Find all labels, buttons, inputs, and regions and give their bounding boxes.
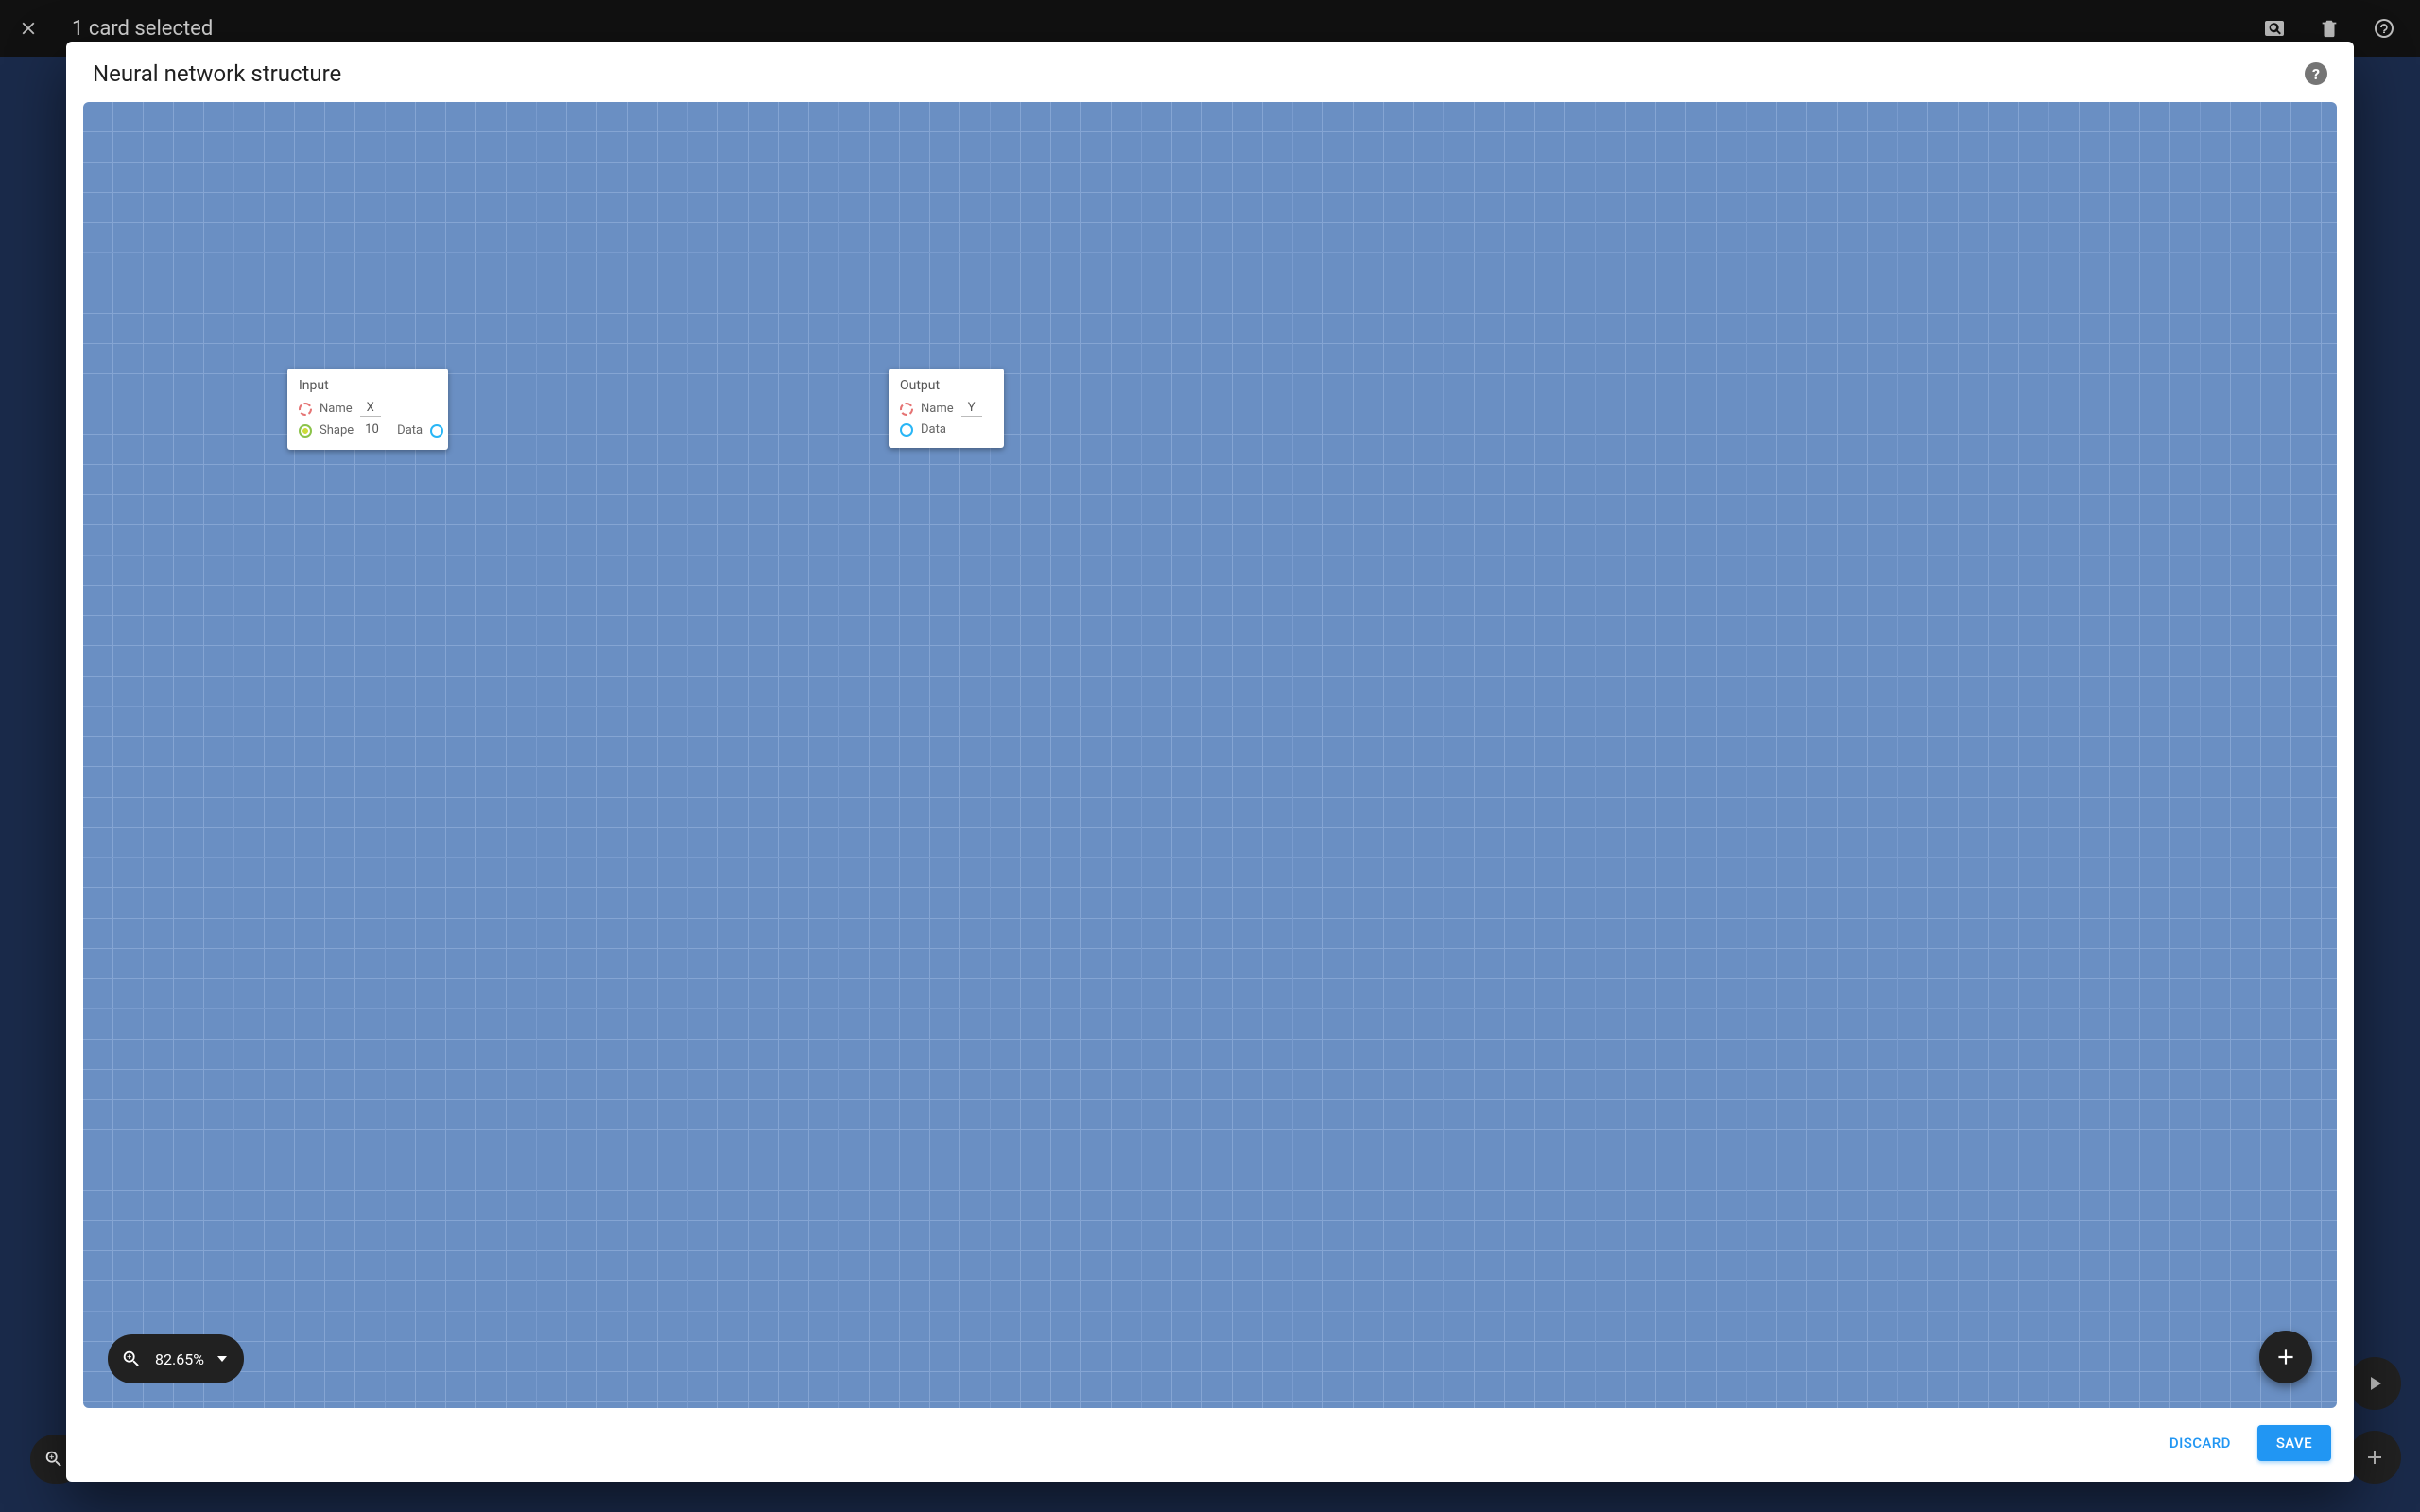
plus-icon	[2273, 1345, 2298, 1369]
field-label: Name	[320, 402, 353, 416]
name-input[interactable]: Y	[961, 401, 982, 417]
save-button[interactable]: SAVE	[2257, 1425, 2331, 1461]
zoom-in-icon	[121, 1349, 142, 1369]
port-icon[interactable]	[430, 424, 443, 438]
appbar-title: 1 card selected	[72, 17, 213, 41]
node-input[interactable]: Input Name X Shape 10 Data	[287, 369, 448, 450]
dialog-title: Neural network structure	[93, 60, 341, 87]
pageview-icon[interactable]	[2257, 11, 2291, 45]
port-icon[interactable]	[299, 424, 312, 438]
trash-icon[interactable]	[2312, 11, 2346, 45]
name-input[interactable]: X	[360, 401, 381, 417]
add-node-button[interactable]	[2259, 1331, 2312, 1383]
dialog-help-icon[interactable]: ?	[2305, 62, 2327, 85]
port-icon[interactable]	[299, 403, 312, 416]
zoom-control[interactable]: 82.65%	[108, 1334, 244, 1383]
node-title: Input	[299, 378, 437, 393]
zoom-in-icon	[43, 1449, 64, 1469]
field-label: Data	[397, 423, 423, 438]
node-title: Output	[900, 378, 993, 393]
nn-canvas[interactable]: Input Name X Shape 10 Data Output Name Y	[83, 102, 2337, 1408]
field-label: Shape	[320, 423, 354, 438]
background-add-fab[interactable]	[2348, 1431, 2401, 1484]
shape-input[interactable]: 10	[361, 422, 382, 438]
zoom-value: 82.65%	[155, 1350, 204, 1368]
node-output[interactable]: Output Name Y Data	[889, 369, 1004, 448]
port-icon[interactable]	[900, 423, 913, 437]
port-icon[interactable]	[900, 403, 913, 416]
field-label: Name	[921, 402, 954, 416]
close-icon[interactable]	[11, 11, 45, 45]
chevron-down-icon	[217, 1356, 227, 1362]
help-icon[interactable]	[2367, 11, 2401, 45]
dialog: Neural network structure ? Input Name X …	[66, 42, 2354, 1482]
background-play-fab[interactable]	[2348, 1357, 2401, 1410]
discard-button[interactable]: DISCARD	[2158, 1425, 2242, 1461]
field-label: Data	[921, 422, 946, 437]
